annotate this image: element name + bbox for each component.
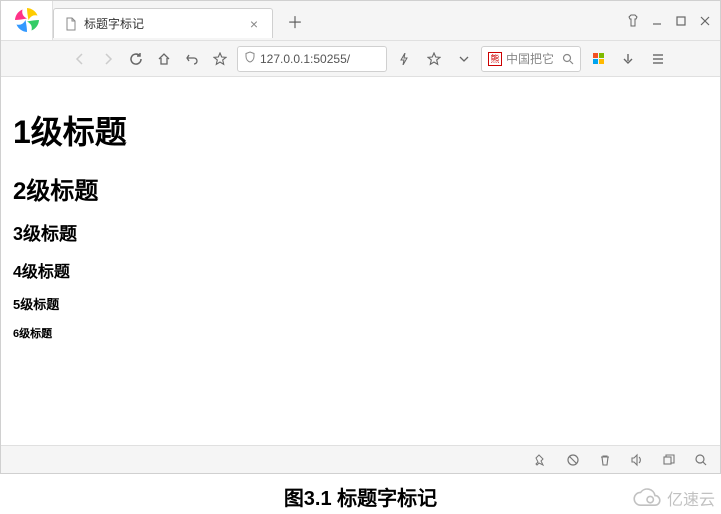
new-tab-button[interactable]: ＋ — [281, 7, 309, 35]
download-button[interactable] — [615, 46, 641, 72]
tshirt-icon — [626, 14, 640, 28]
heading-1: 1级标题 — [13, 107, 708, 153]
shield-icon — [244, 51, 256, 66]
maximize-icon — [675, 15, 687, 27]
browser-logo[interactable] — [1, 1, 53, 41]
status-bar — [1, 445, 720, 473]
search-icon — [562, 53, 574, 65]
skin-button[interactable] — [622, 10, 644, 32]
cloud-icon — [631, 487, 663, 509]
nav-group — [67, 46, 233, 72]
browser-window: 标题字标记 × ＋ — [0, 0, 721, 474]
star-outline-icon — [427, 52, 441, 66]
status-pin-button[interactable] — [532, 451, 550, 469]
toolbar: 127.0.0.1:50255/ 熊 中国把它 — [1, 41, 720, 77]
chevron-right-icon — [101, 52, 115, 66]
search-placeholder: 中国把它 — [506, 50, 558, 67]
status-trash-button[interactable] — [596, 451, 614, 469]
titlebar: 标题字标记 × ＋ — [1, 1, 720, 41]
page-content: 1级标题 2级标题 3级标题 4级标题 5级标题 6级标题 — [1, 77, 720, 445]
bookmark-button[interactable] — [207, 46, 233, 72]
status-window-button[interactable] — [660, 451, 678, 469]
pin-icon — [534, 453, 548, 467]
watermark-text: 亿速云 — [667, 486, 715, 510]
lightning-icon — [398, 53, 410, 65]
status-zoom-button[interactable] — [692, 451, 710, 469]
window-controls — [622, 10, 720, 32]
download-icon — [621, 52, 635, 66]
dropdown-button[interactable] — [451, 46, 477, 72]
favorite-button[interactable] — [421, 46, 447, 72]
figure-caption: 图3.1 标题字标记 — [0, 482, 721, 511]
browser-tab[interactable]: 标题字标记 × — [53, 8, 273, 38]
undo-button[interactable] — [179, 46, 205, 72]
heading-4: 4级标题 — [13, 258, 708, 282]
maximize-button[interactable] — [670, 10, 692, 32]
status-block-button[interactable] — [564, 451, 582, 469]
reload-button[interactable] — [123, 46, 149, 72]
apps-button[interactable] — [585, 46, 611, 72]
heading-3: 3级标题 — [13, 220, 708, 246]
reload-icon — [129, 52, 143, 66]
trash-icon — [598, 453, 612, 467]
menu-button[interactable] — [645, 46, 671, 72]
heading-5: 5级标题 — [13, 294, 708, 313]
tab-close-button[interactable]: × — [246, 16, 262, 32]
address-bar[interactable]: 127.0.0.1:50255/ — [237, 46, 387, 72]
watermark: 亿速云 — [631, 486, 715, 510]
volume-icon — [630, 453, 644, 467]
star-icon — [213, 52, 227, 66]
grid-icon — [593, 53, 604, 64]
search-engine-icon: 熊 — [488, 52, 502, 66]
home-button[interactable] — [151, 46, 177, 72]
zoom-icon — [694, 453, 708, 467]
home-icon — [157, 52, 171, 66]
minimize-button[interactable] — [646, 10, 668, 32]
back-button[interactable] — [67, 46, 93, 72]
file-icon — [64, 17, 78, 31]
block-icon — [566, 453, 580, 467]
hamburger-icon — [651, 52, 665, 66]
heading-2: 2级标题 — [13, 171, 708, 206]
forward-button[interactable] — [95, 46, 121, 72]
flash-button[interactable] — [391, 46, 417, 72]
search-bar[interactable]: 熊 中国把它 — [481, 46, 581, 72]
chevron-left-icon — [73, 52, 87, 66]
undo-icon — [185, 52, 199, 66]
swirl-logo-icon — [12, 5, 42, 35]
chevron-down-icon — [458, 53, 470, 65]
minimize-icon — [651, 15, 663, 27]
heading-6: 6级标题 — [13, 325, 708, 341]
windows-icon — [662, 453, 676, 467]
url-text: 127.0.0.1:50255/ — [260, 52, 380, 66]
tab-title: 标题字标记 — [84, 15, 144, 32]
close-window-button[interactable] — [694, 10, 716, 32]
status-volume-button[interactable] — [628, 451, 646, 469]
close-icon — [699, 15, 711, 27]
